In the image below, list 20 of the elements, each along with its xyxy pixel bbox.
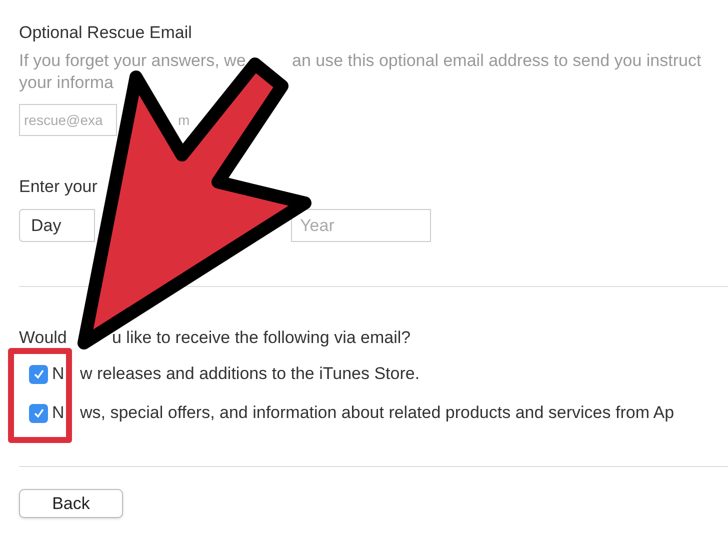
description-text: an use this optional email address to send you instruct xyxy=(292,50,702,72)
day-select[interactable]: Day xyxy=(19,209,95,242)
section-title: Optional Rescue Email xyxy=(19,22,193,44)
placeholder-text: m xyxy=(178,110,190,130)
checkbox[interactable] xyxy=(29,364,48,384)
option-label: ws, special offers, and information about related products and services from Ap xyxy=(80,402,674,424)
option-label: N xyxy=(52,402,66,424)
description-text: If you forget your answers, we xyxy=(19,50,247,72)
birthday-label: Enter your xyxy=(19,176,98,198)
back-button[interactable]: Back xyxy=(19,489,123,518)
checkmark-icon xyxy=(32,368,44,380)
option-label: N xyxy=(52,363,66,385)
email-question: u like to receive the following via email? xyxy=(112,327,411,349)
year-field[interactable]: Year xyxy=(291,209,431,242)
option-label: w releases and additions to the iTunes Store. xyxy=(80,363,420,385)
checkmark-icon xyxy=(32,407,44,419)
email-question: Would xyxy=(19,327,68,349)
checkbox[interactable] xyxy=(29,404,48,422)
description-text: your informa xyxy=(19,72,114,94)
email-field[interactable]: rescue@exa xyxy=(19,104,117,136)
